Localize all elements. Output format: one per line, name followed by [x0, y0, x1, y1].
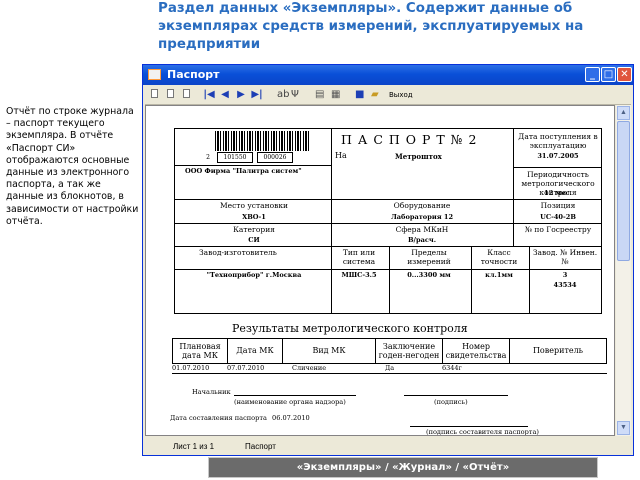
save-icon[interactable]: ■: [355, 89, 364, 101]
factory-value: 3: [562, 271, 568, 279]
place-label: Место установки: [219, 201, 289, 210]
scroll-up-icon[interactable]: ▲: [617, 106, 630, 120]
maximize-button[interactable]: □: [601, 67, 616, 82]
scroll-down-icon[interactable]: ▼: [617, 421, 630, 435]
barcode-digit-2: 101550: [217, 152, 253, 163]
table-row-cell: 07.07.2010: [227, 364, 265, 372]
page-indicator: Лист 1 из 1: [173, 442, 215, 451]
last-page-button[interactable]: ▶|: [251, 89, 263, 101]
barcode-digit-3: 000026: [257, 152, 293, 163]
print-icon[interactable]: ▦: [331, 89, 340, 101]
close-button[interactable]: ✕: [617, 67, 632, 82]
cat-value: СИ: [248, 236, 260, 244]
period-value: 12 мес.: [544, 189, 572, 197]
fonts-icon[interactable]: Ψ: [291, 89, 299, 101]
barcode-digit-1: 2: [206, 154, 210, 161]
pos-label: Позиция: [540, 201, 576, 210]
sphere-value: В/расч.: [407, 236, 436, 244]
type-value: МШС-3.5: [341, 271, 377, 279]
first-page-button[interactable]: |◀: [203, 89, 215, 101]
class-label: Класс точности: [480, 248, 518, 266]
scroll-thumb[interactable]: [617, 121, 630, 261]
date-label: Дата поступления в эксплуатацию: [518, 132, 598, 150]
equip-value: Лаборатория 12: [390, 213, 454, 221]
col-verdict: Заключение годен-негоден: [375, 338, 443, 364]
two-pages-icon[interactable]: [183, 89, 190, 101]
date-value: 31.07.2005: [537, 152, 579, 160]
compile-date-value: 06.07.2010: [272, 414, 310, 422]
sphere-label: Сфера МКиН: [395, 225, 449, 234]
inv-value: 43534: [553, 281, 577, 289]
vertical-scrollbar[interactable]: ▲ ▼: [616, 105, 631, 436]
col-cert-number: Номер свидетельства: [442, 338, 510, 364]
results-title: Результаты метрологического контроля: [232, 322, 468, 335]
factory-label: Завод. № Инвен. №: [532, 248, 598, 266]
window-title: Паспорт: [167, 68, 220, 81]
equip-label: Оборудование: [393, 201, 451, 210]
table-row-cell: Сличение: [292, 364, 327, 372]
col-type: Вид МК: [282, 338, 376, 364]
report-preview[interactable]: 2 101550 000026 ООО Фирма "Палитра систе…: [145, 105, 615, 436]
org-name: ООО Фирма "Палитра систем": [185, 167, 302, 175]
place-value: ХВО-1: [242, 213, 266, 221]
app-window-icon: [148, 69, 161, 80]
pos-value: UC-40-2B: [540, 213, 576, 221]
report-name: Паспорт: [245, 442, 276, 451]
on-label: На: [335, 151, 347, 160]
print-setup-icon[interactable]: ▤: [315, 89, 324, 101]
page-icon[interactable]: [151, 89, 158, 101]
report-toolbar: |◀ ◀ ▶ ▶| ab Ψ ▤ ▦ ■ ▰ Выход: [145, 86, 631, 105]
type-label: Тип или система: [342, 248, 376, 266]
navigation-caption: «Экземпляры» / «Журнал» / «Отчёт»: [208, 457, 598, 478]
col-planned-date: Плановая дата МК: [172, 338, 228, 364]
col-verifier: Поверитель: [509, 338, 607, 364]
minimize-button[interactable]: _: [585, 67, 600, 82]
compiler-sign-caption: (подпись составителя паспорта): [426, 428, 539, 436]
side-note: Отчёт по строке журнала – паспорт текуще…: [6, 106, 139, 227]
barcode-icon: [215, 131, 311, 151]
results-table: Плановая дата МК Дата МК Вид МК Заключен…: [172, 338, 607, 374]
maker-label: Завод-изготовитель: [199, 248, 277, 257]
window-titlebar[interactable]: Паспорт _ □ ✕: [143, 65, 633, 85]
on-value: Метроштох: [395, 152, 442, 161]
find-text-icon[interactable]: ab: [277, 89, 289, 101]
table-row-cell: 6344г: [442, 364, 462, 372]
prev-page-button[interactable]: ◀: [219, 89, 231, 101]
passport-form: 2 101550 000026 ООО Фирма "Палитра систе…: [174, 128, 602, 314]
col-date: Дата МК: [227, 338, 283, 364]
limits-label: Пределы измерений: [407, 248, 451, 266]
next-page-button[interactable]: ▶: [235, 89, 247, 101]
head-label: Начальник: [192, 388, 231, 396]
table-row-cell: 01.07.2010: [172, 364, 210, 372]
passport-title: П А С П О Р Т № 2: [341, 132, 478, 147]
page-width-icon[interactable]: [167, 89, 174, 101]
class-value: кл.1мм: [485, 271, 513, 279]
limits-value: 0...3300 мм: [407, 271, 451, 279]
compile-date-label: Дата составления паспорта: [170, 414, 267, 422]
maker-value: "Техноприбор" г.Москва: [206, 271, 302, 279]
passport-window: Паспорт _ □ ✕ |◀ ◀ ▶ ▶| ab Ψ ▤ ▦ ■ ▰ Вых…: [142, 64, 634, 456]
open-folder-icon[interactable]: ▰: [371, 89, 379, 101]
table-row-cell: Да: [385, 364, 395, 372]
exit-button[interactable]: Выход: [389, 89, 413, 101]
sign-caption: (подпись): [434, 398, 468, 406]
status-bar: Лист 1 из 1 Паспорт: [145, 439, 631, 454]
reg-label: № по Госреестру: [524, 225, 592, 234]
cat-label: Категория: [233, 225, 275, 234]
org-caption: (наименование органа надзора): [234, 398, 346, 406]
page-heading: Раздел данных «Экземпляры». Содержит дан…: [158, 1, 584, 52]
